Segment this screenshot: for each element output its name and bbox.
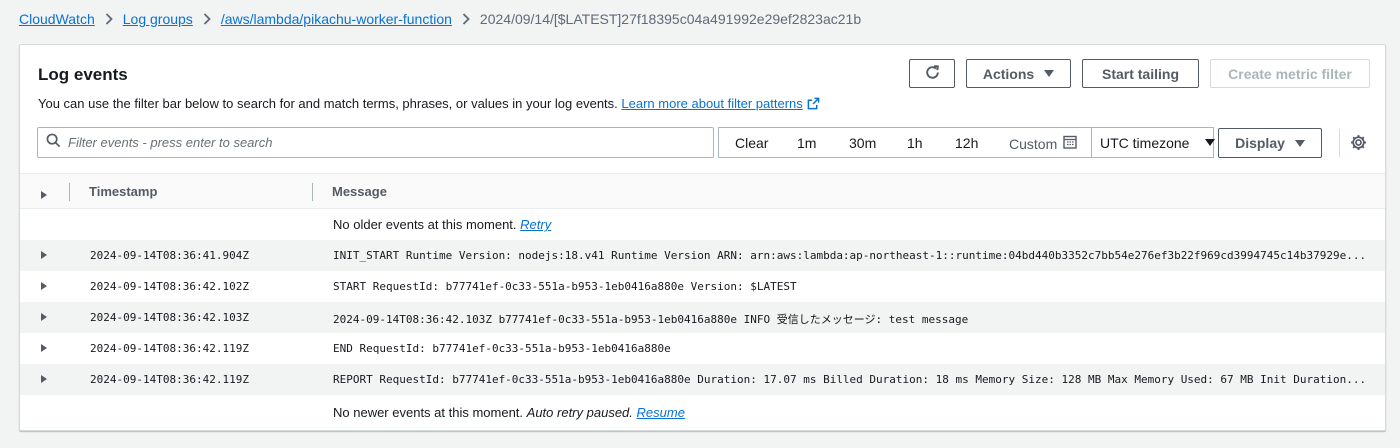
table-row[interactable]: 2024-09-14T08:36:41.904Z INIT_START Runt… <box>20 240 1385 271</box>
range-30m[interactable]: 30m <box>849 135 876 151</box>
column-divider <box>312 183 313 201</box>
breadcrumb-cloudwatch[interactable]: CloudWatch <box>19 11 95 27</box>
create-metric-filter-button[interactable]: Create metric filter <box>1210 59 1370 88</box>
start-tailing-label: Start tailing <box>1101 65 1179 82</box>
expand-all-icon[interactable] <box>41 187 47 202</box>
log-events-panel: Log events You can use the filter bar be… <box>19 44 1386 431</box>
table-header: Timestamp Message <box>20 173 1385 209</box>
expand-row-icon[interactable] <box>41 375 47 383</box>
expand-row-icon[interactable] <box>41 251 47 259</box>
column-message[interactable]: Message <box>332 184 387 199</box>
row-message: INIT_START Runtime Version: nodejs:18.v4… <box>333 249 1367 262</box>
row-timestamp: 2024-09-14T08:36:42.119Z <box>90 373 249 386</box>
actions-button[interactable]: Actions <box>966 59 1071 88</box>
chevron-right-icon <box>203 13 211 25</box>
chevron-right-icon <box>462 13 470 25</box>
breadcrumb-current-stream: 2024/09/14/[$LATEST]27f18395c04a491992e2… <box>479 11 862 27</box>
filter-search[interactable] <box>37 127 714 158</box>
row-timestamp: 2024-09-14T08:36:41.904Z <box>90 249 249 262</box>
column-timestamp[interactable]: Timestamp <box>89 184 157 199</box>
range-1m[interactable]: 1m <box>797 135 816 151</box>
refresh-button[interactable] <box>909 59 955 88</box>
display-label: Display <box>1235 135 1285 151</box>
newer-events-label: No newer events at this moment. <box>333 405 524 420</box>
timezone-select[interactable]: UTC timezone <box>1091 127 1216 158</box>
caret-down-icon <box>1205 139 1216 146</box>
calendar-icon <box>1063 135 1077 152</box>
chevron-right-icon <box>105 13 113 25</box>
row-message: REPORT RequestId: b77741ef-0c33-551a-b95… <box>333 373 1367 386</box>
row-timestamp: 2024-09-14T08:36:42.103Z <box>90 311 249 324</box>
start-tailing-button[interactable]: Start tailing <box>1082 59 1199 88</box>
retry-link[interactable]: Retry <box>520 217 551 232</box>
panel-header: Log events You can use the filter bar be… <box>20 45 1385 173</box>
custom-label: Custom <box>1009 135 1058 152</box>
older-events-label: No older events at this moment. <box>333 217 517 232</box>
range-custom[interactable]: Custom <box>1009 135 1077 152</box>
breadcrumb-log-group[interactable]: /aws/lambda/pikachu-worker-function <box>221 11 452 27</box>
newer-events-row: No newer events at this moment. Auto ret… <box>20 397 1385 428</box>
older-events-row: No older events at this moment. Retry <box>20 209 1385 240</box>
divider <box>1339 129 1340 157</box>
actions-label: Actions <box>982 65 1035 82</box>
column-divider <box>69 183 70 201</box>
breadcrumb-log-groups[interactable]: Log groups <box>123 11 193 27</box>
auto-retry-paused: Auto retry paused. <box>526 405 633 420</box>
caret-down-icon <box>1294 139 1305 147</box>
table-row[interactable]: 2024-09-14T08:36:42.119Z REPORT RequestI… <box>20 364 1385 395</box>
breadcrumb: CloudWatch Log groups /aws/lambda/pikach… <box>19 10 861 28</box>
expand-row-icon[interactable] <box>41 282 47 290</box>
create-metric-filter-label: Create metric filter <box>1228 65 1352 82</box>
display-button[interactable]: Display <box>1218 128 1322 158</box>
filter-events-input[interactable] <box>68 135 668 150</box>
clear-button[interactable]: Clear <box>735 135 768 151</box>
caret-down-icon <box>1044 70 1055 77</box>
panel-title: Log events <box>38 65 128 84</box>
settings-gear-icon[interactable] <box>1350 134 1367 156</box>
row-timestamp: 2024-09-14T08:36:42.102Z <box>90 280 249 293</box>
row-message: START RequestId: b77741ef-0c33-551a-b953… <box>333 280 797 293</box>
search-icon <box>46 133 61 153</box>
refresh-icon <box>924 64 941 84</box>
expand-row-icon[interactable] <box>41 313 47 321</box>
range-12h[interactable]: 12h <box>955 135 978 151</box>
newer-events-text: No newer events at this moment. Auto ret… <box>333 405 685 420</box>
row-timestamp: 2024-09-14T08:36:42.119Z <box>90 342 249 355</box>
expand-row-icon[interactable] <box>41 344 47 352</box>
resume-link[interactable]: Resume <box>637 405 685 420</box>
learn-more-link[interactable]: Learn more about filter patterns <box>621 96 802 111</box>
panel-description: You can use the filter bar below to sear… <box>38 96 820 113</box>
description-text: You can use the filter bar below to sear… <box>38 96 618 111</box>
timezone-value: UTC timezone <box>1100 134 1190 151</box>
external-link-icon[interactable] <box>807 97 820 113</box>
row-message: END RequestId: b77741ef-0c33-551a-b953-1… <box>333 342 671 355</box>
table-row[interactable]: 2024-09-14T08:36:42.103Z 2024-09-14T08:3… <box>20 302 1385 333</box>
table-row[interactable]: 2024-09-14T08:36:42.102Z START RequestId… <box>20 271 1385 302</box>
table-row[interactable]: 2024-09-14T08:36:42.119Z END RequestId: … <box>20 333 1385 364</box>
time-range-selector: Clear 1m 30m 1h 12h Custom <box>718 127 1091 158</box>
row-message: 2024-09-14T08:36:42.103Z b77741ef-0c33-5… <box>333 313 969 326</box>
range-1h[interactable]: 1h <box>907 135 923 151</box>
older-events-text: No older events at this moment. Retry <box>333 217 551 232</box>
